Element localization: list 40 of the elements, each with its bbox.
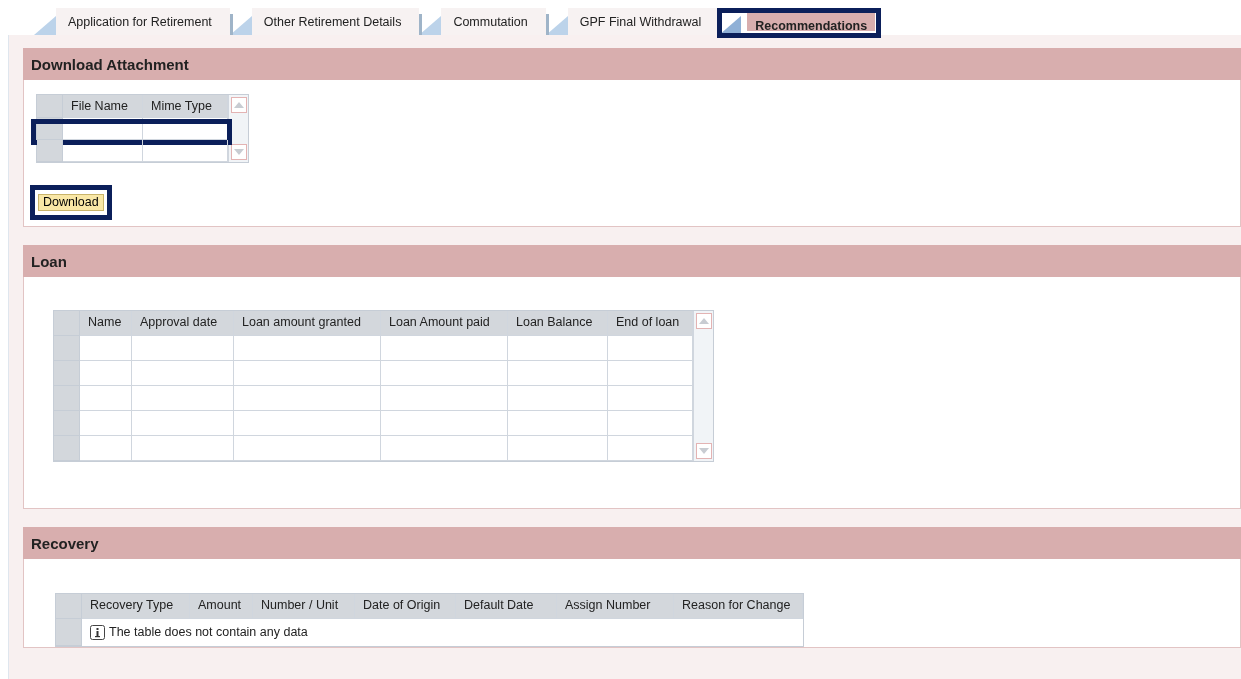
scroll-up-button[interactable] (230, 97, 247, 113)
up-arrow-icon (233, 102, 244, 108)
column-header: Loan amount granted (234, 310, 381, 336)
column-header: Reason for Change (674, 593, 803, 619)
table-cell (80, 360, 132, 386)
scroll-down-button[interactable] (695, 442, 712, 459)
column-header: Recovery Type (82, 593, 190, 619)
empty-table-message: The table does not contain any data (109, 623, 308, 641)
column-header: Number / Unit (253, 593, 355, 619)
column-header: Loan Balance (508, 310, 608, 336)
scroll-down-button[interactable] (230, 144, 247, 160)
section-header: Loan (23, 244, 1241, 277)
down-arrow-icon (233, 149, 244, 155)
column-header: Amount (190, 593, 253, 619)
column-header: Assign Number (557, 593, 674, 619)
column-header: Mime Type (143, 95, 228, 118)
section-header: Recovery (23, 526, 1241, 559)
column-header: End of loan (608, 310, 693, 336)
section-header: Download Attachment (23, 48, 1241, 80)
up-arrow-icon (698, 317, 709, 324)
scrollbar[interactable] (228, 95, 248, 162)
column-header: Name (80, 310, 132, 336)
column-header: File Name (63, 95, 143, 118)
tab[interactable]: Other Retirement Details (251, 8, 420, 35)
scroll-up-button[interactable] (695, 312, 712, 329)
table-cell (80, 335, 132, 361)
tab[interactable]: Application for Retirement (56, 8, 230, 35)
info-icon (90, 624, 105, 640)
table-cell (80, 410, 132, 436)
tab[interactable]: Commutation (441, 8, 546, 35)
down-arrow-icon (698, 447, 709, 454)
tab[interactable]: Recommendations (747, 13, 876, 31)
column-header: Approval date (132, 310, 234, 336)
column-header: Date of Origin (355, 593, 456, 619)
column-header: Default Date (456, 593, 557, 619)
column-header: Loan Amount paid (381, 310, 508, 336)
tab[interactable]: GPF Final Withdrawal (567, 8, 720, 35)
download-button[interactable]: Download (38, 194, 104, 211)
scrollbar[interactable] (693, 310, 713, 461)
table-cell (80, 385, 132, 411)
